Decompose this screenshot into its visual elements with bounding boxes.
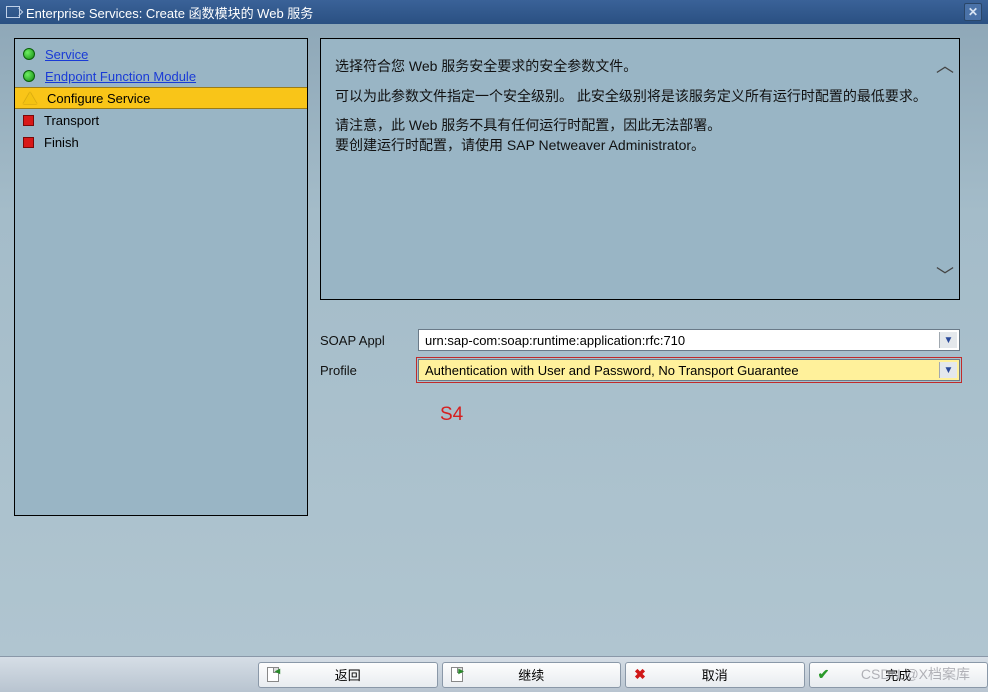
step-finish: Finish — [15, 131, 307, 153]
button-label: 返回 — [335, 665, 361, 684]
step-transport: Transport — [15, 109, 307, 131]
row-profile: Profile Authentication with User and Pas… — [320, 358, 960, 382]
description-line: 选择符合您 Web 服务安全要求的安全参数文件。 — [335, 57, 941, 77]
finish-icon: ✔ — [816, 667, 832, 683]
step-endpoint-function-module[interactable]: Endpoint Function Module — [15, 65, 307, 87]
combo-value: urn:sap-com:soap:runtime:application:rfc… — [425, 333, 685, 348]
profile-combo[interactable]: Authentication with User and Password, N… — [418, 359, 960, 381]
status-done-icon — [23, 70, 35, 82]
button-label: 完成 — [885, 665, 911, 684]
description-line: 请注意，此 Web 服务不具有任何运行时配置，因此无法部署。 — [335, 116, 941, 136]
step-label: Transport — [44, 113, 99, 128]
form-area: SOAP Appl urn:sap-com:soap:runtime:appli… — [320, 322, 960, 382]
window-title: Enterprise Services: Create 函数模块的 Web 服务 — [26, 3, 313, 22]
finish-button[interactable]: ✔ 完成 — [809, 662, 988, 688]
step-label: Finish — [44, 135, 79, 150]
profile-label: Profile — [320, 363, 418, 378]
description-line: 可以为此参数文件指定一个安全级别。 此安全级别将是该服务定义所有运行时配置的最低… — [335, 87, 941, 107]
step-configure-service[interactable]: Configure Service — [15, 87, 307, 109]
window-icon — [6, 6, 20, 18]
cancel-icon: ✖ — [632, 667, 648, 683]
cancel-button[interactable]: ✖ 取消 — [625, 662, 805, 688]
row-soap-appl: SOAP Appl urn:sap-com:soap:runtime:appli… — [320, 328, 960, 352]
status-done-icon — [23, 48, 35, 60]
continue-icon: ▸ — [449, 667, 465, 683]
step-label[interactable]: Endpoint Function Module — [45, 69, 196, 84]
step-label[interactable]: Service — [45, 47, 88, 62]
annotation-s4: S4 — [440, 404, 463, 426]
back-icon: ◂ — [265, 667, 281, 683]
status-todo-icon — [23, 137, 34, 148]
description-line: 要创建运行时配置，请使用 SAP Netweaver Administrator… — [335, 136, 941, 156]
status-current-icon — [23, 92, 37, 104]
scroll-down-icon[interactable]: ﹀ — [935, 267, 955, 287]
status-todo-icon — [23, 115, 34, 126]
step-label: Configure Service — [47, 91, 150, 106]
button-bar: ◂ 返回 ▸ 继续 ✖ 取消 ✔ 完成 — [0, 656, 988, 692]
soap-appl-combo[interactable]: urn:sap-com:soap:runtime:application:rfc… — [418, 329, 960, 351]
description-panel: 选择符合您 Web 服务安全要求的安全参数文件。 可以为此参数文件指定一个安全级… — [320, 38, 960, 300]
close-button[interactable]: ✕ — [964, 3, 982, 21]
continue-button[interactable]: ▸ 继续 — [442, 662, 622, 688]
step-service[interactable]: Service — [15, 43, 307, 65]
dropdown-icon[interactable]: ▼ — [939, 332, 957, 348]
wizard-steps-panel: Service Endpoint Function Module Configu… — [14, 38, 308, 516]
combo-value: Authentication with User and Password, N… — [425, 363, 799, 378]
soap-appl-label: SOAP Appl — [320, 333, 418, 348]
button-label: 继续 — [518, 665, 544, 684]
main-area: Service Endpoint Function Module Configu… — [0, 24, 988, 656]
back-button[interactable]: ◂ 返回 — [258, 662, 438, 688]
titlebar: Enterprise Services: Create 函数模块的 Web 服务… — [0, 0, 988, 24]
dropdown-icon[interactable]: ▼ — [939, 362, 957, 378]
scroll-up-icon[interactable]: ︿ — [935, 57, 955, 77]
button-label: 取消 — [702, 665, 728, 684]
